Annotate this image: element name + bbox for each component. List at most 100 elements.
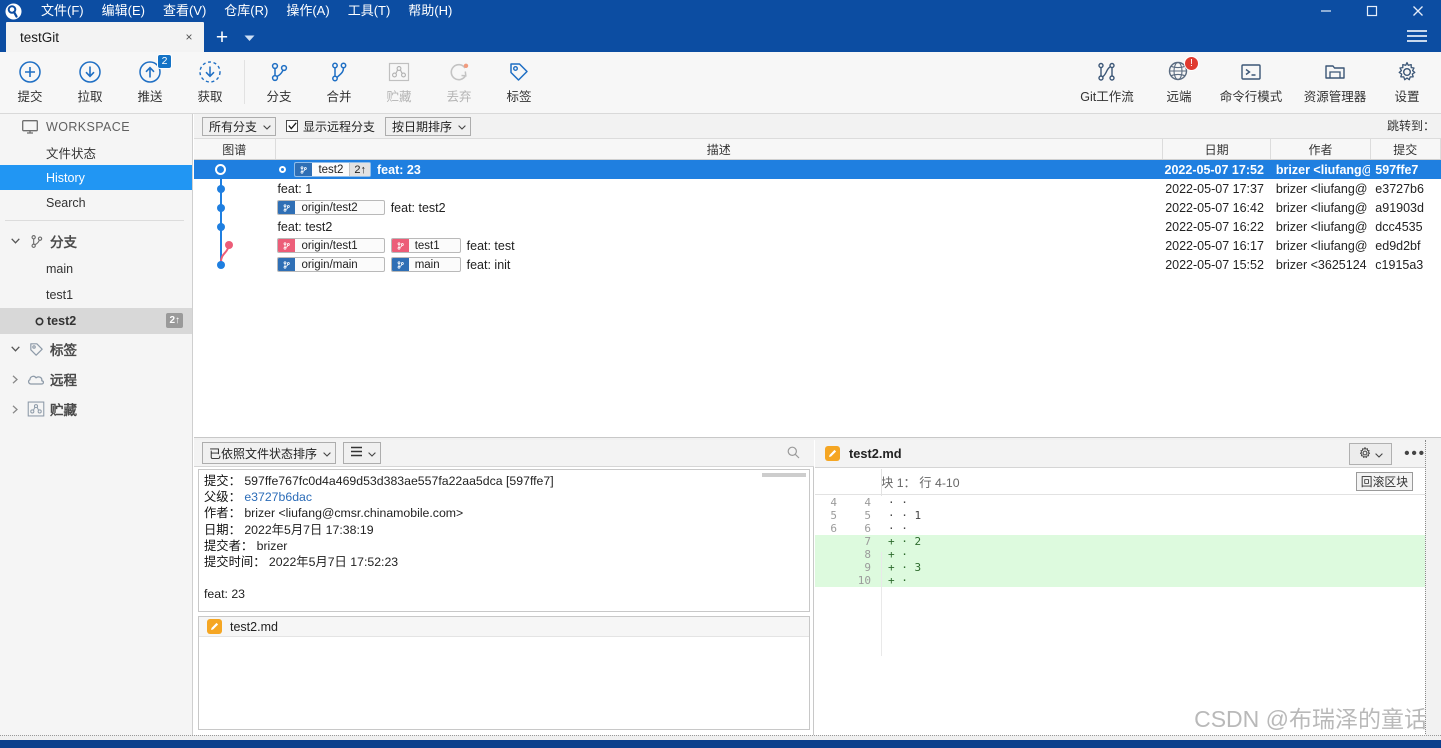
sidebar-item-file-status[interactable]: 文件状态 (0, 140, 192, 165)
ref-badge[interactable]: test2 2↑ (294, 162, 371, 177)
column-header-description[interactable]: 描述 (276, 139, 1163, 159)
detail-value-link[interactable]: e3727b6dac (244, 490, 312, 504)
table-row[interactable]: origin/test2 feat: test2 2022-05-07 16:4… (194, 198, 1441, 217)
menu-item-tools[interactable]: 工具(T) (339, 0, 400, 22)
column-header-commit[interactable]: 提交 (1371, 139, 1441, 159)
row-sha-cell: a91903d (1375, 200, 1424, 215)
push-button[interactable]: 2 推送 (120, 52, 180, 112)
table-row[interactable]: feat: test2 2022-05-07 16:22 brizer <liu… (194, 217, 1441, 236)
table-row[interactable]: feat: 1 2022-05-07 17:37 brizer <liufang… (194, 179, 1441, 198)
merge-icon (327, 57, 351, 87)
ref-badge[interactable]: origin/main (277, 257, 385, 272)
commit-message: feat: 23 (377, 162, 421, 177)
table-row[interactable]: origin/test1 test1 feat: test 2022-05-07… (194, 236, 1441, 255)
settings-button[interactable]: 设置 (1377, 52, 1437, 112)
row-date-cell: 2022-05-07 17:52 (1164, 162, 1264, 177)
gitflow-button[interactable]: Git工作流 (1065, 52, 1149, 112)
menu-item-view[interactable]: 查看(V) (154, 0, 215, 22)
ref-badge[interactable]: origin/test2 (277, 200, 385, 215)
arrow-down-circle-icon (78, 57, 102, 87)
gear-icon (1358, 446, 1372, 463)
graph-node-icon (217, 223, 225, 231)
show-remote-branches-checkbox[interactable]: 显示远程分支 (286, 118, 375, 135)
sidebar-workspace-header: WORKSPACE (0, 114, 192, 140)
detail-row-commit: 提交： 597ffe767fc0d4a469d53d383ae557fa22aa… (204, 473, 804, 489)
ref-name: origin/test2 (301, 201, 358, 214)
file-sort-select[interactable]: 已依照文件状态排序 (202, 442, 337, 464)
diff-hunk-bar: 块 1： 行 4-10 回滚区块 (815, 469, 1441, 495)
ref-badge[interactable]: main (390, 257, 461, 272)
branch-button[interactable]: 分支 (249, 52, 309, 112)
sidebar-group-label: 分支 (50, 235, 77, 250)
sidebar-item-search[interactable]: Search (0, 190, 192, 215)
table-row[interactable]: origin/main main feat: init 2022-05-07 1… (194, 255, 1441, 274)
fetch-button[interactable]: 获取 (180, 52, 240, 112)
detail-spacer (204, 570, 804, 586)
sidebar-group-tags[interactable]: 标签 (0, 334, 192, 364)
discard-button[interactable]: 丢弃 (429, 52, 489, 112)
chevron-down-icon[interactable] (241, 31, 257, 45)
view-mode-select[interactable] (343, 442, 382, 464)
detail-row-commit-time: 提交时间： 2022年5月7日 17:52:23 (204, 554, 804, 570)
more-options-button[interactable]: ••• (1404, 446, 1426, 461)
maximize-button[interactable] (1349, 0, 1395, 22)
diff-line-text: · · (888, 496, 908, 509)
commit-node-icon (279, 166, 287, 173)
sidebar-branch-main[interactable]: main (0, 256, 192, 282)
scrollbar-thumb[interactable] (762, 473, 806, 477)
commit-table-header: 图谱 描述 日期 作者 提交 (194, 139, 1441, 160)
app-menu-icon[interactable] (1407, 28, 1427, 44)
pull-button[interactable]: 拉取 (60, 52, 120, 112)
branch-icon (24, 233, 48, 250)
close-icon[interactable]: × (180, 28, 198, 46)
commit-button[interactable]: 提交 (0, 52, 60, 112)
terminal-label: 命令行模式 (1219, 90, 1283, 104)
sidebar-group-remotes[interactable]: 远程 (0, 364, 192, 394)
sidebar-branch-test2[interactable]: test2 2↑ (0, 308, 192, 334)
toolbar-divider (244, 60, 245, 104)
column-header-graph[interactable]: 图谱 (194, 139, 276, 159)
tag-button[interactable]: 标签 (489, 52, 549, 112)
menu-item-help[interactable]: 帮助(H) (399, 0, 461, 22)
detail-key: 作者： (204, 506, 241, 521)
sidebar-group-stashes[interactable]: 贮藏 (0, 394, 192, 424)
sidebar-group-branches[interactable]: 分支 (0, 226, 192, 256)
remote-button[interactable]: ! 远端 (1149, 52, 1209, 112)
menu-item-edit[interactable]: 编辑(E) (93, 0, 154, 22)
sort-order-select[interactable]: 按日期排序 (385, 116, 472, 136)
new-tab-button[interactable]: + (210, 25, 234, 49)
row-author-cell: brizer <3625124 (1275, 257, 1367, 272)
detail-row-author: 作者： brizer <liufang@cmsr.chinamobile.com… (204, 505, 804, 521)
diff-settings-button[interactable] (1349, 443, 1392, 465)
new-line-number: 7 (864, 535, 871, 548)
row-graph-cell (194, 198, 275, 217)
table-row[interactable]: test2 2↑ feat: 23 2022-05-07 17:52 brize… (194, 160, 1441, 179)
terminal-button[interactable]: 命令行模式 (1209, 52, 1293, 112)
close-button[interactable] (1395, 0, 1441, 22)
branch-ahead-count: 2↑ (166, 313, 183, 328)
rollback-hunk-button[interactable]: 回滚区块 (1355, 472, 1413, 491)
commit-info-box: 提交： 597ffe767fc0d4a469d53d383ae557fa22aa… (198, 469, 810, 612)
detail-key: 父级： (204, 490, 241, 505)
branch-filter-select[interactable]: 所有分支 (202, 116, 277, 136)
explorer-button[interactable]: 资源管理器 (1293, 52, 1377, 112)
menu-item-repo[interactable]: 仓库(R) (215, 0, 277, 22)
menu-item-file[interactable]: 文件(F) (32, 0, 93, 22)
merge-button[interactable]: 合并 (309, 52, 369, 112)
column-header-author[interactable]: 作者 (1271, 139, 1371, 159)
menu-item-actions[interactable]: 操作(A) (277, 0, 338, 22)
column-header-date[interactable]: 日期 (1163, 139, 1272, 159)
cloud-icon (24, 372, 48, 387)
list-item[interactable]: test2.md (199, 617, 809, 637)
stash-button[interactable]: 贮藏 (369, 52, 429, 112)
tab-testgit[interactable]: testGit × (6, 22, 204, 52)
search-icon[interactable] (787, 446, 800, 462)
row-description-cell: origin/main main feat: init (275, 255, 1162, 274)
sidebar-item-history[interactable]: History (0, 165, 192, 190)
sidebar-branch-test1[interactable]: test1 (0, 282, 192, 308)
minimize-button[interactable] (1303, 0, 1349, 22)
ref-badge[interactable]: test1 (390, 238, 461, 253)
ref-badge[interactable]: origin/test1 (277, 238, 385, 253)
ref-name: test2 (318, 163, 344, 176)
row-graph-cell (194, 236, 275, 255)
